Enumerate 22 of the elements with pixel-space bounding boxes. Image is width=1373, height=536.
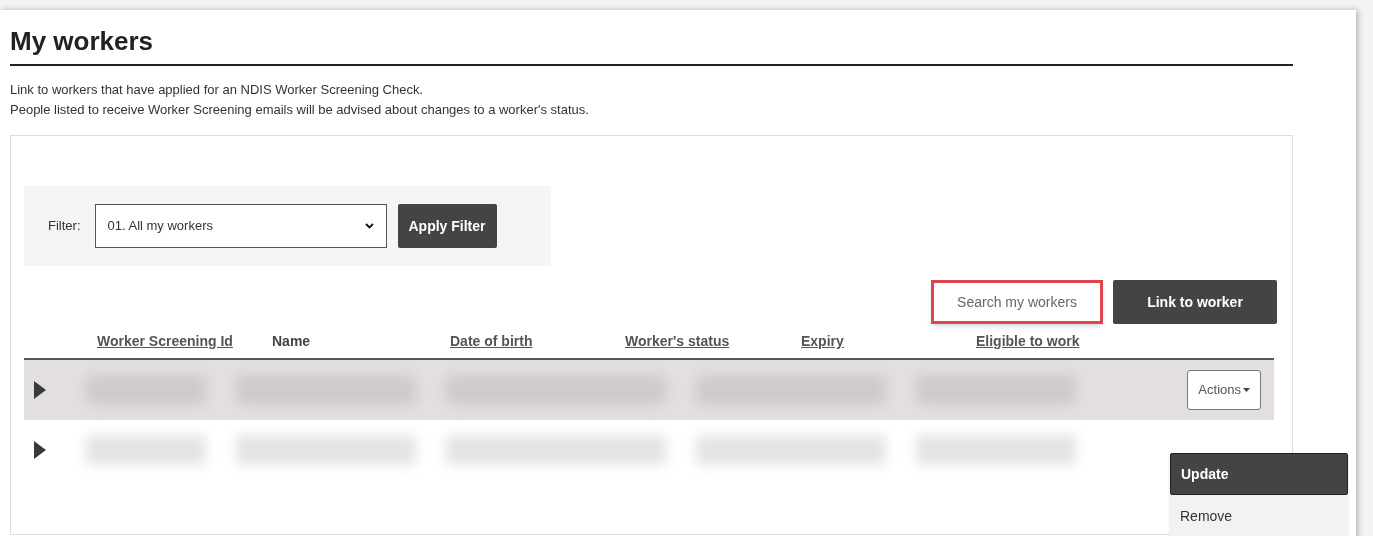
column-header[interactable]: Expiry (801, 333, 844, 349)
column-header: Name (272, 333, 311, 349)
column-header[interactable]: Eligible to work (976, 333, 1080, 349)
column-header[interactable]: Worker Screening Id (97, 333, 233, 349)
menu-item[interactable]: Remove (1170, 495, 1348, 536)
column-header[interactable]: Date of birth (450, 333, 533, 349)
expand-arrow-icon[interactable] (34, 381, 46, 399)
search-field[interactable]: Search my workers (931, 280, 1103, 324)
chevron-down-icon (364, 223, 374, 229)
menu-item[interactable]: Update (1170, 453, 1348, 495)
apply-filter-button[interactable]: Apply Filter (397, 204, 497, 248)
caret-icon (1243, 388, 1250, 392)
page-title: My workers (10, 25, 155, 58)
filter-label: Filter: (48, 217, 81, 236)
intro-text: Link to workers that have applied for an NDIS Worker Screening Check. (10, 81, 425, 99)
expand-arrow-icon[interactable] (34, 441, 46, 459)
intro-text: People listed to receive Worker Screening emails will be advised about changes to a worker's status. (10, 101, 590, 119)
actions-button[interactable]: Actions (1187, 370, 1261, 410)
link-to-worker-button[interactable]: Link to worker (1113, 280, 1277, 324)
filter-select[interactable]: 01. All my workers (94, 204, 387, 248)
table-row[interactable]: Actions (24, 360, 1274, 420)
column-header[interactable]: Worker's status (625, 333, 730, 349)
